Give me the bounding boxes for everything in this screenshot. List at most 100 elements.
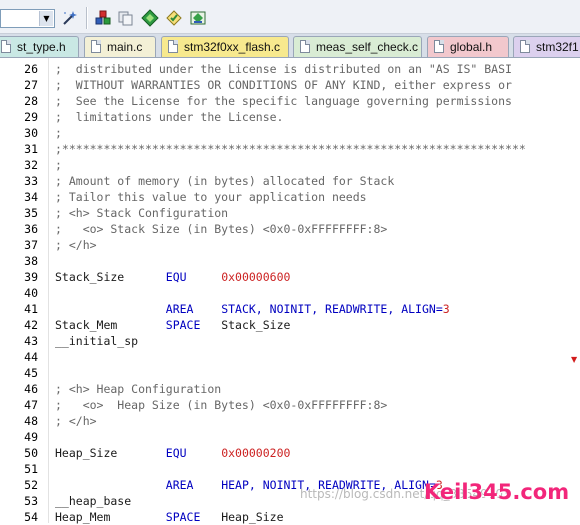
code-line: 51 — [0, 461, 580, 477]
code-token: ; See the License for the specific langu… — [55, 94, 512, 108]
code-token: ; limitations under the License. — [55, 110, 284, 124]
code-token: STACK, NOINIT, READWRITE, ALIGN= — [221, 302, 443, 316]
code-token: AREA — [165, 478, 194, 492]
code-text: ;***************************************… — [55, 141, 526, 157]
tab-label: main.c — [107, 40, 143, 54]
line-number: 50 — [24, 446, 38, 460]
file-icon — [168, 40, 178, 53]
line-number: 36 — [24, 222, 38, 236]
line-number: 34 — [24, 190, 38, 204]
code-token: ; — [55, 158, 62, 172]
code-token: Heap_Size — [221, 510, 284, 524]
code-line: 31 ;*************************************… — [0, 141, 580, 157]
code-text: ; <o> Stack Size (in Bytes) <0x0-0xFFFFF… — [55, 221, 387, 237]
code-text: Stack_Size EQU 0x00000600 — [55, 269, 290, 285]
line-number: 33 — [24, 174, 38, 188]
target-select[interactable]: ▼ — [0, 9, 55, 28]
line-number: 45 — [24, 366, 38, 380]
code-line: 44 — [0, 349, 580, 365]
code-text: ; distributed under the License is distr… — [55, 61, 512, 77]
code-line: 46 ; <h> Heap Configuration — [0, 381, 580, 397]
error-marker-icon: ▼ — [571, 355, 578, 364]
code-line: 49 — [0, 429, 580, 445]
code-editor[interactable]: 26 ; distributed under the License is dis… — [0, 58, 580, 524]
code-text: ; See the License for the specific langu… — [55, 93, 512, 109]
code-token: 3 — [442, 302, 450, 316]
line-number: 49 — [24, 430, 38, 444]
code-token: Stack_Size — [55, 270, 166, 284]
tab-st-type-h[interactable]: st_type.h — [0, 36, 79, 57]
code-text: ; — [55, 157, 62, 173]
code-text: ; WITHOUT WARRANTIES OR CONDITIONS OF AN… — [55, 77, 512, 93]
line-number: 35 — [24, 206, 38, 220]
toolbar-separator — [86, 7, 87, 29]
code-line: 48 ; </h> — [0, 413, 580, 429]
code-line: 41 AREA STACK, NOINIT, READWRITE, ALIGN=… — [0, 301, 580, 317]
code-line: 30; — [0, 125, 580, 141]
tab-label: meas_self_check.c — [316, 40, 419, 54]
chevron-down-icon[interactable]: ▼ — [39, 11, 53, 26]
file-icon — [434, 40, 444, 53]
file-icon — [1, 40, 11, 53]
code-text: ; Tailor this value to your application … — [55, 189, 367, 205]
line-number: 53 — [24, 494, 38, 508]
line-number: 48 — [24, 414, 38, 428]
code-line: 37 ; </h> — [0, 237, 580, 253]
code-line: 36 ; <o> Stack Size (in Bytes) <0x0-0xFFF… — [0, 221, 580, 237]
code-token: ; <h> Stack Configuration — [55, 206, 229, 220]
line-number: 32 — [24, 158, 38, 172]
code-line: 34 ; Tailor this value to your applicatio… — [0, 189, 580, 205]
code-text: ; </h> — [55, 237, 97, 253]
tab-stm32f1[interactable]: stm32f1 — [513, 36, 580, 57]
site-logo: Keil345.com — [424, 480, 570, 504]
code-text: __heap_base — [55, 493, 131, 509]
code-text: ; </h> — [55, 413, 97, 429]
copy-item-icon[interactable] — [116, 8, 136, 28]
line-number: 42 — [24, 318, 38, 332]
configure-wand-icon[interactable] — [60, 8, 80, 28]
code-token: 0x00000200 — [221, 446, 291, 460]
tab-main-c[interactable]: main.c — [84, 36, 156, 57]
line-number: 38 — [24, 254, 38, 268]
tab-global-h[interactable]: global.h — [427, 36, 509, 57]
code-token: SPACE — [165, 510, 201, 524]
code-token: EQU — [165, 446, 187, 460]
code-token: ; <h> Heap Configuration — [55, 382, 222, 396]
code-text: ; <h> Stack Configuration — [55, 205, 228, 221]
file-tab-bar: st_type.h main.c stm32f0xx_flash.c meas_… — [0, 34, 580, 58]
tab-label: stm32f1 — [536, 40, 579, 54]
tab-label: stm32f0xx_flash.c — [184, 40, 281, 54]
code-token: Heap_Mem — [55, 510, 166, 524]
line-number: 28 — [24, 94, 38, 108]
code-token: ; distributed under the License is distr… — [55, 62, 512, 76]
file-icon — [300, 40, 310, 53]
line-number: 40 — [24, 286, 38, 300]
insert-component-icon[interactable] — [93, 8, 113, 28]
code-text: ; — [55, 125, 62, 141]
code-line: 39 Stack_Size EQU 0x00000600 — [0, 269, 580, 285]
code-line: 47 ; <o> Heap Size (in Bytes) <0x0-0xFFFF… — [0, 397, 580, 413]
line-number: 41 — [24, 302, 38, 316]
manage-packs-icon[interactable] — [140, 8, 160, 28]
tab-stm32f0xx-flash-c[interactable]: stm32f0xx_flash.c — [161, 36, 289, 57]
code-token: Stack_Size — [221, 318, 291, 332]
code-line: 43 __initial_sp — [0, 333, 580, 349]
select-device-icon[interactable] — [164, 8, 184, 28]
code-text: Stack_Mem SPACE Stack_Size — [55, 317, 290, 333]
code-token: ; <o> Heap Size (in Bytes) <0x0-0xFFFFFF… — [55, 398, 388, 412]
line-number: 46 — [24, 382, 38, 396]
line-number: 44 — [24, 350, 38, 364]
code-text: ; Amount of memory (in bytes) allocated … — [55, 173, 394, 189]
code-token: SPACE — [165, 318, 201, 332]
toolbar: ▼ — [0, 0, 580, 34]
tab-meas-self-check-c[interactable]: meas_self_check.c — [293, 36, 422, 57]
code-text: ; limitations under the License. — [55, 109, 283, 125]
pack-installer-icon[interactable] — [188, 8, 208, 28]
